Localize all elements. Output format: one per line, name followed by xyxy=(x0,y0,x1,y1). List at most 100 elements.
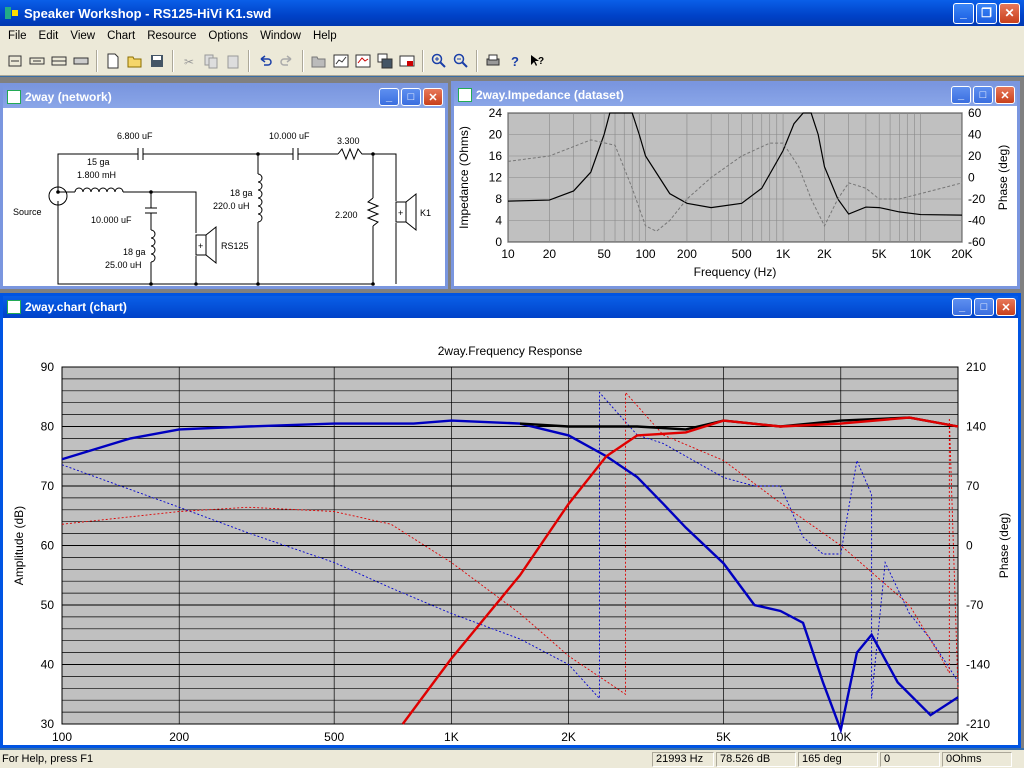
save-icon[interactable] xyxy=(146,50,168,72)
network-window[interactable]: 2way (network) _ □ ✕ 6.800 uF 15 ga 1.80… xyxy=(0,83,448,289)
menu-bar: File Edit View Chart Resource Options Wi… xyxy=(0,26,1024,46)
impedance-xtick: 1K xyxy=(776,247,791,261)
folder-icon[interactable] xyxy=(308,50,330,72)
maximize-button[interactable]: □ xyxy=(973,86,993,104)
y2tick: -70 xyxy=(966,598,984,612)
window-title: Speaker Workshop - RS125-HiVi K1.swd xyxy=(24,5,272,21)
l1-label: 1.800 mH xyxy=(77,170,116,180)
undo-icon[interactable] xyxy=(254,50,276,72)
impedance-xtick: 500 xyxy=(732,247,752,261)
menu-resource[interactable]: Resource xyxy=(141,30,202,42)
tool-b-icon[interactable] xyxy=(26,50,48,72)
xtick: 200 xyxy=(169,730,189,744)
impedance-ytick: 4 xyxy=(495,214,502,228)
title-bar: Speaker Workshop - RS125-HiVi K1.swd _ ❐… xyxy=(0,0,1024,26)
ga1-label: 15 ga xyxy=(87,157,110,167)
redo-icon[interactable] xyxy=(276,50,298,72)
zoom-in-icon[interactable] xyxy=(428,50,450,72)
polarity-plus-2: + xyxy=(398,208,403,218)
impedance-title: 2way.Impedance (dataset) xyxy=(476,88,624,102)
ytick: 50 xyxy=(41,598,55,612)
restore-button[interactable]: ❐ xyxy=(976,2,997,24)
xtick: 5K xyxy=(716,730,731,744)
network-title-bar[interactable]: 2way (network) _ □ ✕ xyxy=(3,86,445,108)
ytick: 60 xyxy=(41,539,55,553)
ga2-label: 18 ga xyxy=(123,247,146,257)
y2tick: -140 xyxy=(966,658,990,672)
minimize-button[interactable]: _ xyxy=(951,86,971,104)
document-icon xyxy=(458,88,472,102)
c2-label: 10.000 uF xyxy=(91,215,132,225)
plot-title: 2way.Frequency Response xyxy=(438,344,583,358)
chart-title: 2way.chart (chart) xyxy=(25,300,127,314)
impedance-xtick: 2K xyxy=(817,247,832,261)
chart-view-icon[interactable] xyxy=(330,50,352,72)
impedance-title-bar[interactable]: 2way.Impedance (dataset) _ □ ✕ xyxy=(454,84,1017,106)
frequency-response-plot[interactable]: 2way.Frequency Response 90 210 80 140 70 70 60 0… xyxy=(3,318,1018,745)
l2-label: 25.00 uH xyxy=(105,260,142,270)
toolbar: ✂ ? ? xyxy=(0,46,1024,76)
menu-window[interactable]: Window xyxy=(254,30,307,42)
menu-help[interactable]: Help xyxy=(307,30,343,42)
cut-icon[interactable]: ✂ xyxy=(178,50,200,72)
impedance-xtick: 10 xyxy=(501,247,515,261)
minimize-button[interactable]: _ xyxy=(953,2,974,24)
y2tick: 210 xyxy=(966,360,986,374)
measure-icon[interactable] xyxy=(396,50,418,72)
help-icon[interactable]: ? xyxy=(504,50,526,72)
impedance-plot[interactable]: 24 6020 4016 2012 08 -204 -400 -6010 20 50 100 200 5… xyxy=(454,106,1017,286)
impedance-xtick: 5K xyxy=(872,247,887,261)
minimize-button[interactable]: _ xyxy=(952,298,972,316)
copy-icon[interactable] xyxy=(200,50,222,72)
zoom-out-icon[interactable] xyxy=(450,50,472,72)
driver-k1-label: K1 xyxy=(420,208,431,218)
r2-label: 2.200 xyxy=(335,210,358,220)
menu-view[interactable]: View xyxy=(64,30,101,42)
network-schematic[interactable]: 6.800 uF 15 ga 1.800 mH 10.000 uF 18 ga … xyxy=(3,108,445,286)
impedance-xtick: 100 xyxy=(636,247,656,261)
y2tick: 0 xyxy=(966,539,973,553)
status-help-text: For Help, press F1 xyxy=(2,753,94,765)
source-label: Source xyxy=(13,207,42,217)
chart-window[interactable]: 2way.chart (chart) _ □ ✕ 2way.Frequency Re… xyxy=(0,293,1021,748)
windows-icon[interactable] xyxy=(374,50,396,72)
impedance-xtick: 50 xyxy=(597,247,611,261)
paste-icon[interactable] xyxy=(222,50,244,72)
impedance-y2tick: 60 xyxy=(968,106,982,120)
status-phase: 165 deg xyxy=(798,751,878,767)
context-help-icon[interactable]: ? xyxy=(526,50,548,72)
tool-a-icon[interactable] xyxy=(4,50,26,72)
svg-text:?: ? xyxy=(538,56,544,67)
close-button[interactable]: ✕ xyxy=(996,298,1016,316)
close-button[interactable]: ✕ xyxy=(995,86,1015,104)
print-icon[interactable] xyxy=(482,50,504,72)
impedance-ytick: 16 xyxy=(489,149,503,163)
close-button[interactable]: ✕ xyxy=(999,2,1020,24)
impedance-xlabel: Frequency (Hz) xyxy=(694,265,777,279)
c1-label: 6.800 uF xyxy=(117,131,153,141)
impedance-y2tick: 40 xyxy=(968,128,982,142)
ga3-label: 18 ga xyxy=(230,188,253,198)
maximize-button[interactable]: □ xyxy=(401,88,421,106)
new-icon[interactable] xyxy=(102,50,124,72)
menu-chart[interactable]: Chart xyxy=(101,30,141,42)
minimize-button[interactable]: _ xyxy=(379,88,399,106)
maximize-button[interactable]: □ xyxy=(974,298,994,316)
close-button[interactable]: ✕ xyxy=(423,88,443,106)
driver-rs125-label: RS125 xyxy=(221,241,249,251)
menu-file[interactable]: File xyxy=(2,30,33,42)
impedance-window[interactable]: 2way.Impedance (dataset) _ □ ✕ 24 60 20 40 16 2… xyxy=(451,81,1020,289)
ytick: 80 xyxy=(41,420,55,434)
menu-options[interactable]: Options xyxy=(202,30,254,42)
chart-line-icon[interactable] xyxy=(352,50,374,72)
impedance-ytick: 24 xyxy=(489,106,503,120)
status-ohms: 0Ohms xyxy=(942,751,1012,767)
chart-title-bar[interactable]: 2way.chart (chart) _ □ ✕ xyxy=(3,296,1018,318)
tool-d-icon[interactable] xyxy=(70,50,92,72)
tool-c-icon[interactable] xyxy=(48,50,70,72)
ytick: 40 xyxy=(41,658,55,672)
open-icon[interactable] xyxy=(124,50,146,72)
impedance-ytick: 8 xyxy=(495,192,502,206)
menu-edit[interactable]: Edit xyxy=(33,30,65,42)
impedance-ylabel: Impedance (Ohms) xyxy=(457,126,471,229)
